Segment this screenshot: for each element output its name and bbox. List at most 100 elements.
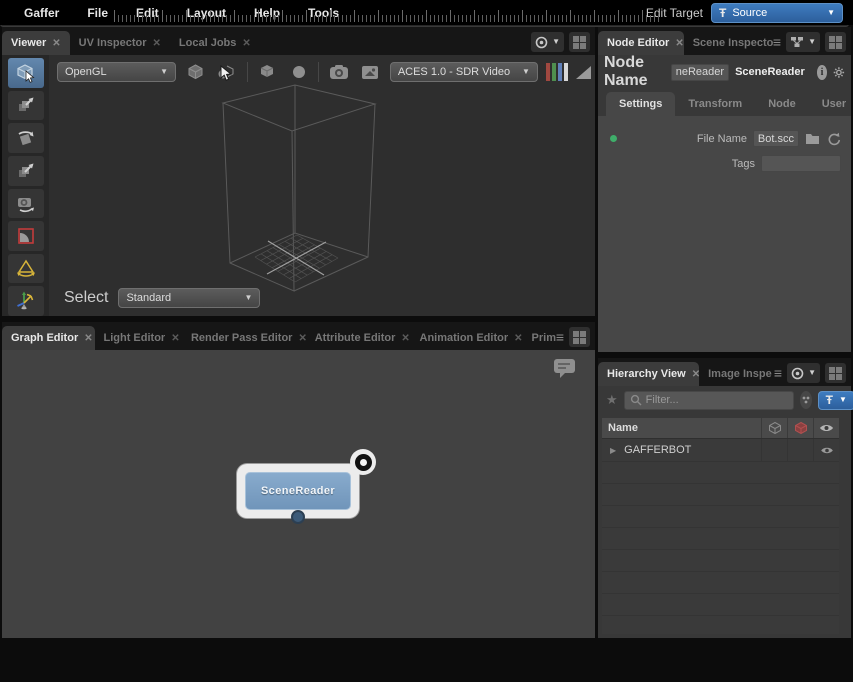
tab-attribute-editor-label: Attribute Editor <box>314 332 396 344</box>
layout-menu-button[interactable] <box>569 32 590 52</box>
select-mode-value: Standard <box>126 292 172 304</box>
rotate-tool-button[interactable] <box>7 123 44 153</box>
node-expansion-plug[interactable] <box>350 449 376 475</box>
visibility-cell[interactable] <box>813 439 839 461</box>
layout-menu-button[interactable] <box>825 32 846 52</box>
inclusions-cell[interactable] <box>761 439 787 461</box>
location-name: GAFFERBOT <box>624 444 692 456</box>
exclusions-cell[interactable] <box>787 439 813 461</box>
close-icon[interactable]: ✕ <box>298 333 305 344</box>
select-mode-dropdown[interactable]: Standard ▼ <box>118 288 261 308</box>
exposure-gamma-button[interactable] <box>575 65 591 79</box>
close-icon[interactable]: ✕ <box>514 333 522 344</box>
close-icon[interactable]: ✕ <box>153 38 161 49</box>
channel-select-button[interactable] <box>545 63 568 81</box>
node-name-input[interactable] <box>671 63 730 81</box>
menu-gaffer[interactable]: Gaffer <box>10 6 73 20</box>
close-icon[interactable]: ✕ <box>52 38 60 49</box>
translate-icon <box>18 97 33 112</box>
scene-reader-node-body[interactable]: SceneReader <box>245 472 351 510</box>
node-editor-tabbar-tools: ≡ ▼ <box>773 32 851 55</box>
annotation-bubble-icon[interactable] <box>553 358 577 380</box>
tab-node[interactable]: Node <box>755 92 809 116</box>
inclusions-column-header[interactable] <box>761 418 787 438</box>
close-icon[interactable]: ✕ <box>401 333 409 344</box>
node-editor-mode-dropdown[interactable]: ▼ <box>786 32 820 52</box>
close-icon[interactable]: ✕ <box>242 38 250 49</box>
solid-cube-button[interactable] <box>256 61 279 83</box>
tab-settings[interactable]: Settings <box>606 92 676 116</box>
filter-field[interactable] <box>623 390 794 410</box>
viewer-viewport[interactable]: OpenGL ▼ ACES 1.0 - SDR Video ▼ Select S… <box>2 55 595 316</box>
folder-browse-icon[interactable] <box>805 132 820 145</box>
tab-user[interactable]: User <box>809 92 853 116</box>
camera-icon <box>329 65 348 79</box>
tab-graph-editor[interactable]: Graph Editor ✕ <box>2 326 95 350</box>
gear-icon[interactable] <box>833 64 845 81</box>
filter-settings-button[interactable] <box>799 391 812 409</box>
graph-editor-canvas[interactable]: SceneReader <box>2 350 595 638</box>
tags-input[interactable] <box>761 155 841 172</box>
light-tool-button[interactable] <box>7 253 44 284</box>
expand-arrow-icon[interactable]: ▶ <box>610 446 616 455</box>
tab-uv-inspector[interactable]: UV Inspector ✕ <box>70 31 170 55</box>
filter-input[interactable] <box>645 394 788 406</box>
sphere-shading-button[interactable] <box>287 61 310 83</box>
red-cube-icon <box>794 421 807 435</box>
tab-hierarchy-view[interactable]: Hierarchy View ✕ <box>598 362 700 386</box>
tab-uv-inspector-label: UV Inspector <box>78 37 147 49</box>
target-icon <box>535 36 548 48</box>
tab-image-inspector[interactable]: Image Inspe <box>699 362 774 386</box>
tab-attribute-editor[interactable]: Attribute Editor ✕ <box>306 326 411 350</box>
pin-filter-dropdown[interactable]: Ŧ ▼ <box>817 390 853 410</box>
scene-view-settings-button[interactable] <box>359 61 382 83</box>
light-position-tool-button[interactable] <box>7 286 44 316</box>
file-name-input[interactable] <box>753 130 799 147</box>
tab-node-editor[interactable]: Node Editor ✕ <box>598 31 684 55</box>
toolbar-divider <box>246 62 248 82</box>
hierarchy-row-gafferbot[interactable]: ▶ GAFFERBOT <box>602 439 839 461</box>
edit-target-dropdown[interactable]: Ŧ Source ▼ <box>711 2 843 23</box>
tab-transform[interactable]: Transform <box>675 92 755 116</box>
close-icon[interactable]: ✕ <box>692 369 699 380</box>
graph-editor-panel: Graph Editor ✕ Light Editor ✕ Render Pas… <box>2 322 595 638</box>
node-output-plug[interactable] <box>291 510 305 524</box>
tab-scene-inspector[interactable]: Scene Inspecto <box>684 31 773 55</box>
layout-grid-icon <box>573 35 586 49</box>
tab-animation-editor[interactable]: Animation Editor ✕ <box>411 326 523 350</box>
layout-menu-button[interactable] <box>569 327 591 347</box>
shading-wireframe-button[interactable] <box>184 61 207 83</box>
select-tool-button[interactable] <box>7 58 44 88</box>
clapper-icon <box>362 65 379 79</box>
bookmark-star-icon[interactable]: ★ <box>606 392 618 408</box>
chevron-down-icon: ▼ <box>552 37 560 46</box>
translate-tool-button[interactable] <box>7 90 44 121</box>
scene-reader-node[interactable]: SceneReader <box>237 449 376 524</box>
refresh-icon[interactable] <box>826 132 841 146</box>
shaded-cube-icon <box>188 63 203 79</box>
exclusions-column-header[interactable] <box>787 418 813 438</box>
tab-local-jobs[interactable]: Local Jobs ✕ <box>170 31 260 55</box>
tab-viewer[interactable]: Viewer ✕ <box>2 31 70 55</box>
hamburger-icon[interactable]: ≡ <box>556 330 564 344</box>
hamburger-icon[interactable]: ≡ <box>774 366 782 380</box>
display-transform-dropdown[interactable]: ACES 1.0 - SDR Video ▼ <box>389 62 538 82</box>
tab-primitive-inspector[interactable]: Prim <box>523 326 556 350</box>
timeline-ruler[interactable] <box>113 4 661 26</box>
viewer-focus-dropdown[interactable]: ▼ <box>531 32 564 52</box>
layout-menu-button[interactable] <box>825 363 846 383</box>
camera-tool-button[interactable] <box>7 188 44 219</box>
scale-tool-button[interactable] <box>7 155 44 186</box>
hierarchy-focus-dropdown[interactable]: ▼ <box>787 363 820 383</box>
hamburger-icon[interactable]: ≡ <box>773 35 781 49</box>
camera-settings-button[interactable] <box>327 61 350 83</box>
tab-render-pass-editor[interactable]: Render Pass Editor ✕ <box>182 326 306 350</box>
renderer-dropdown[interactable]: OpenGL ▼ <box>57 62 176 82</box>
close-icon[interactable]: ✕ <box>171 333 179 344</box>
info-icon[interactable]: i <box>816 64 828 80</box>
visibility-column-header[interactable] <box>813 418 839 438</box>
crop-window-tool-button[interactable] <box>7 221 44 251</box>
tab-light-editor[interactable]: Light Editor ✕ <box>95 326 182 350</box>
close-icon[interactable]: ✕ <box>675 38 683 49</box>
close-icon[interactable]: ✕ <box>84 333 92 344</box>
